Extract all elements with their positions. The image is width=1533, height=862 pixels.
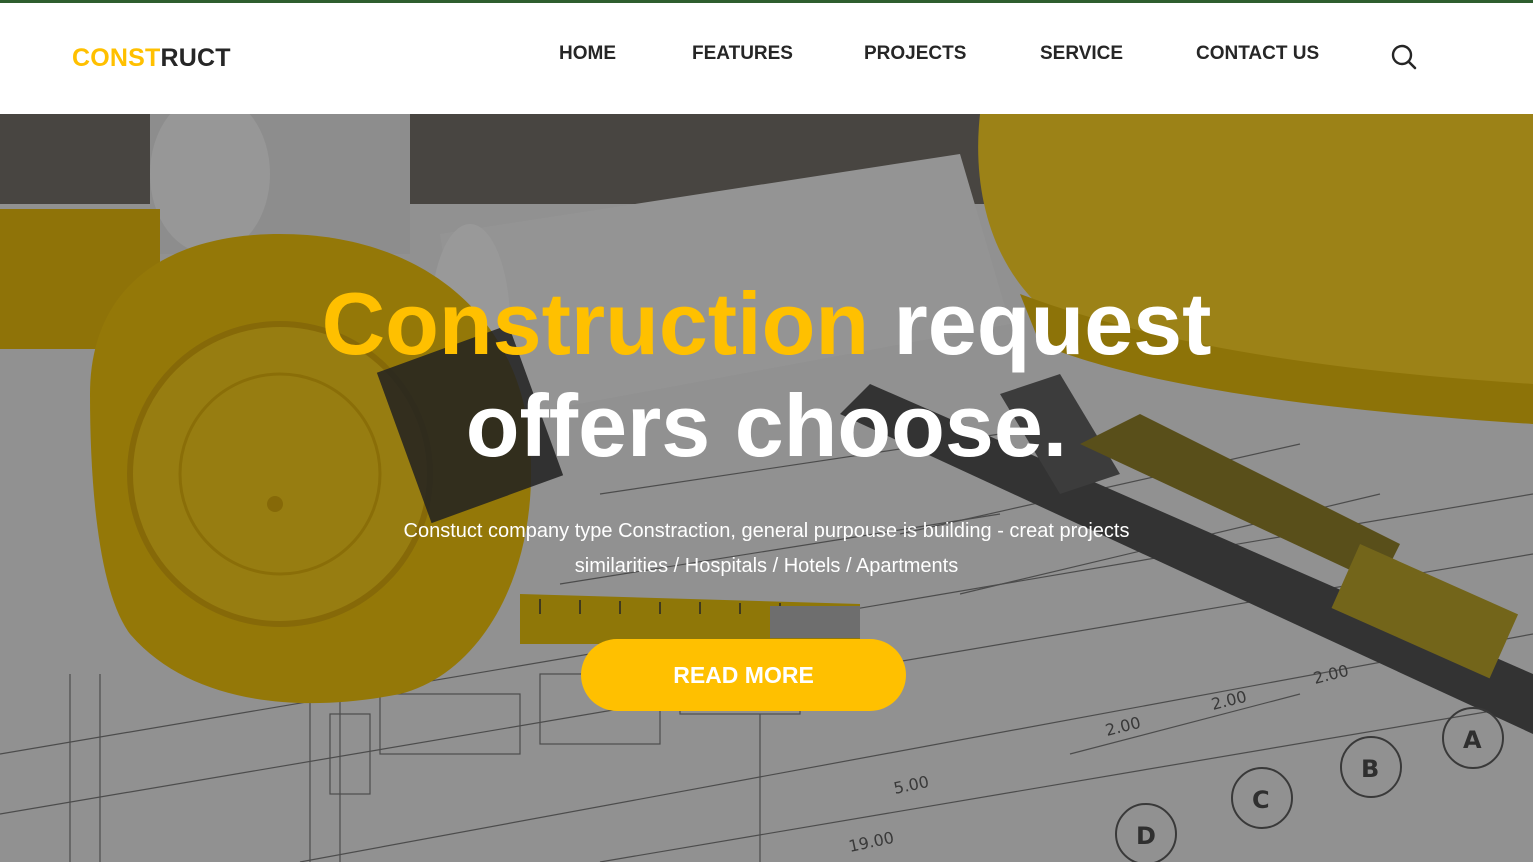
nav-contact-link[interactable]: CONTACT US [1196,43,1319,65]
hero-subtitle-line1: Constuct company type Constraction, gene… [403,520,1130,542]
nav-service-link[interactable]: SERVICE [1040,43,1123,65]
nav-projects-link[interactable]: PROJECTS [864,43,966,65]
nav-home-link[interactable]: HOME [559,43,616,65]
nav-features-link[interactable]: FEATURES [692,43,793,65]
hero-section: A B C D 5.00 19.00 2.00 2.00 2.00 Constr… [0,114,1533,862]
read-more-button[interactable]: READ MORE [581,639,906,711]
hero-title-highlight: Construction [321,274,870,373]
hero-subtitle-line2: similarities / Hospitals / Hotels / Apar… [574,555,959,577]
search-icon[interactable] [1390,43,1418,71]
site-header: CONSTRUCT HOME FEATURES PROJECTS SERVICE… [0,3,1533,114]
hero-title-line1: Construction request [0,274,1533,374]
hero-title-line2: offers choose. [465,376,1068,475]
hero-dark-overlay [0,114,1533,862]
hero-title-rest: request [869,274,1212,373]
main-nav: HOME FEATURES PROJECTS SERVICE CONTACT U… [0,43,1533,67]
